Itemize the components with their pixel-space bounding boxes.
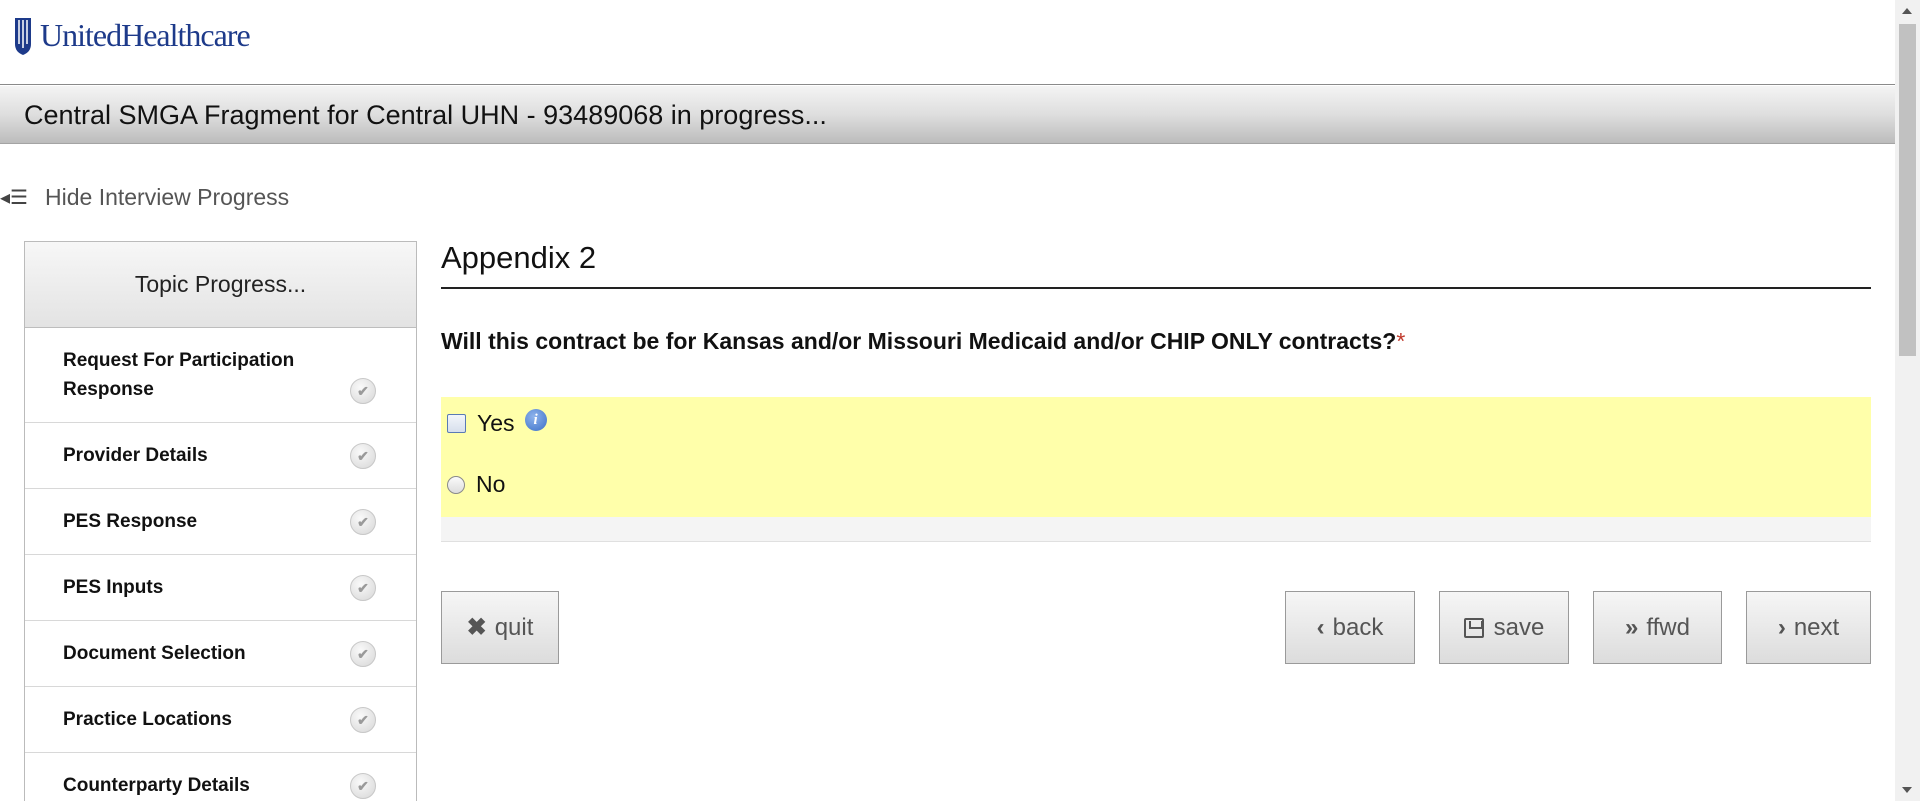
topic-item-pes-inputs[interactable]: PES Inputs ✔ — [25, 555, 416, 621]
required-marker: * — [1396, 328, 1406, 354]
topic-label: Request For Participation Response — [63, 350, 295, 400]
question-text: Will this contract be for Kansas and/or … — [441, 328, 1405, 355]
answer-label: Yes — [477, 410, 515, 436]
vertical-scrollbar[interactable] — [1895, 0, 1920, 801]
shield-logo-icon — [15, 18, 31, 55]
topic-item-provider-details[interactable]: Provider Details ✔ — [25, 423, 416, 489]
topic-label: PES Response — [63, 511, 198, 532]
interview-title-bar: Central SMGA Fragment for Central UHN - … — [0, 86, 1895, 144]
answer-options: Yes i No — [441, 397, 1871, 517]
topic-label: Document Selection — [63, 643, 246, 664]
question-label: Will this contract be for Kansas and/or … — [441, 328, 1397, 354]
topic-item-practice-locations[interactable]: Practice Locations ✔ — [25, 687, 416, 753]
section-divider — [441, 287, 1871, 289]
check-icon: ✔ — [350, 641, 376, 667]
section-title: Appendix 2 — [441, 240, 597, 275]
chevron-right-icon: › — [1777, 613, 1786, 641]
answer-footer — [441, 517, 1871, 542]
save-button[interactable]: save — [1439, 591, 1569, 664]
answer-option-no[interactable]: No — [447, 471, 505, 498]
back-button[interactable]: ‹ back — [1285, 591, 1415, 664]
check-icon: ✔ — [350, 443, 376, 469]
topic-progress-panel: Topic Progress... Request For Participat… — [24, 241, 417, 801]
check-icon: ✔ — [350, 509, 376, 535]
answer-option-yes[interactable]: Yes i — [447, 408, 547, 437]
hide-interview-progress-toggle[interactable]: ◂☰ Hide Interview Progress — [0, 184, 289, 211]
next-label: next — [1793, 613, 1840, 641]
save-label: save — [1493, 613, 1545, 641]
next-button[interactable]: › next — [1746, 591, 1871, 664]
topic-item-pes-response[interactable]: PES Response ✔ — [25, 489, 416, 555]
header: UnitedHealthcare — [0, 0, 1895, 85]
topic-label: Counterparty Details — [63, 775, 250, 796]
topic-item-request-for-participation-response[interactable]: Request For Participation Response ✔ — [25, 328, 416, 423]
chevron-left-icon: ‹ — [1316, 613, 1325, 641]
check-icon: ✔ — [350, 707, 376, 733]
topic-item-document-selection[interactable]: Document Selection ✔ — [25, 621, 416, 687]
ffwd-button[interactable]: » ffwd — [1593, 591, 1722, 664]
brand-logo[interactable]: UnitedHealthcare — [12, 14, 251, 56]
answer-label: No — [476, 471, 506, 497]
quit-label: quit — [494, 613, 534, 641]
quit-button[interactable]: ✖ quit — [441, 591, 559, 664]
check-icon: ✔ — [350, 378, 376, 404]
back-label: back — [1332, 613, 1384, 641]
check-icon: ✔ — [350, 773, 376, 799]
yes-checkbox[interactable] — [447, 414, 466, 433]
floppy-disk-icon — [1463, 617, 1484, 638]
collapse-list-icon: ◂☰ — [0, 187, 28, 209]
double-chevron-right-icon: » — [1625, 613, 1639, 641]
scroll-down-icon[interactable] — [1902, 787, 1912, 793]
info-icon[interactable]: i — [524, 408, 547, 431]
topic-item-counterparty-details[interactable]: Counterparty Details ✔ — [25, 753, 416, 801]
brand-name: UnitedHealthcare — [40, 16, 251, 53]
check-icon: ✔ — [350, 575, 376, 601]
topic-label: Provider Details — [63, 445, 208, 466]
close-icon: ✖ — [466, 614, 487, 641]
no-radio[interactable] — [447, 475, 465, 494]
scroll-thumb[interactable] — [1899, 24, 1916, 356]
topic-label: Practice Locations — [63, 709, 232, 730]
ffwd-label: ffwd — [1646, 613, 1690, 641]
topic-label: PES Inputs — [63, 577, 164, 598]
interview-title: Central SMGA Fragment for Central UHN - … — [24, 100, 827, 130]
topic-progress-header: Topic Progress... — [25, 242, 416, 328]
hide-interview-progress-label: Hide Interview Progress — [45, 184, 290, 210]
scroll-up-icon[interactable] — [1902, 8, 1912, 14]
